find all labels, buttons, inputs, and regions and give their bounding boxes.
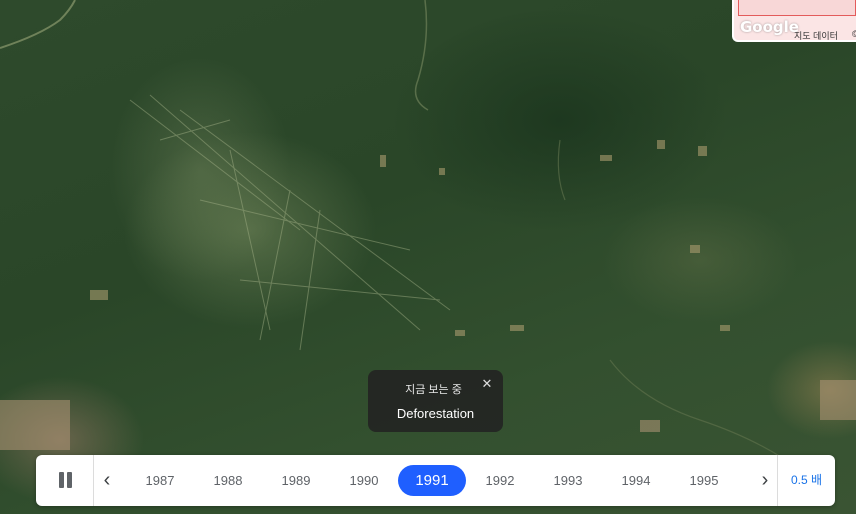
pause-icon-bar: [67, 472, 72, 488]
year-1994[interactable]: 1994: [602, 465, 670, 496]
year-1992[interactable]: 1992: [466, 465, 534, 496]
overview-minimap[interactable]: Google 지도 데이터 ©: [732, 0, 856, 42]
now-viewing-title: Deforestation: [396, 406, 475, 421]
year-1995[interactable]: 1995: [670, 465, 738, 496]
now-viewing-card: 지금 보는 중 ✕ Deforestation: [368, 370, 503, 432]
map-imagery: [0, 0, 856, 471]
year-1987[interactable]: 1987: [126, 465, 194, 496]
chevron-left-icon[interactable]: ‹: [94, 455, 120, 506]
satellite-map[interactable]: [0, 0, 856, 514]
year-1989[interactable]: 1989: [262, 465, 330, 496]
map-data-copyright: ©: [852, 29, 856, 39]
timelapse-timeline: ‹ 1987 1988 1989 1990 1991 1992 1993 1994 1995 ›…: [36, 455, 835, 506]
speed-button[interactable]: 0.5 배: [777, 455, 835, 506]
chevron-right-icon[interactable]: ›: [752, 455, 778, 506]
year-1991[interactable]: 1991: [398, 465, 466, 496]
year-list: 1987 1988 1989 1990 1991 1992 1993 1994 1995: [126, 455, 750, 506]
map-data-credit[interactable]: 지도 데이터: [794, 29, 838, 40]
pause-button[interactable]: [36, 455, 94, 506]
close-icon[interactable]: ✕: [480, 377, 494, 391]
year-1988[interactable]: 1988: [194, 465, 262, 496]
pause-icon: [59, 472, 64, 488]
year-1990[interactable]: 1990: [330, 465, 398, 496]
minimap-viewport: [738, 0, 856, 16]
year-1993[interactable]: 1993: [534, 465, 602, 496]
google-logo: Google: [740, 18, 799, 36]
